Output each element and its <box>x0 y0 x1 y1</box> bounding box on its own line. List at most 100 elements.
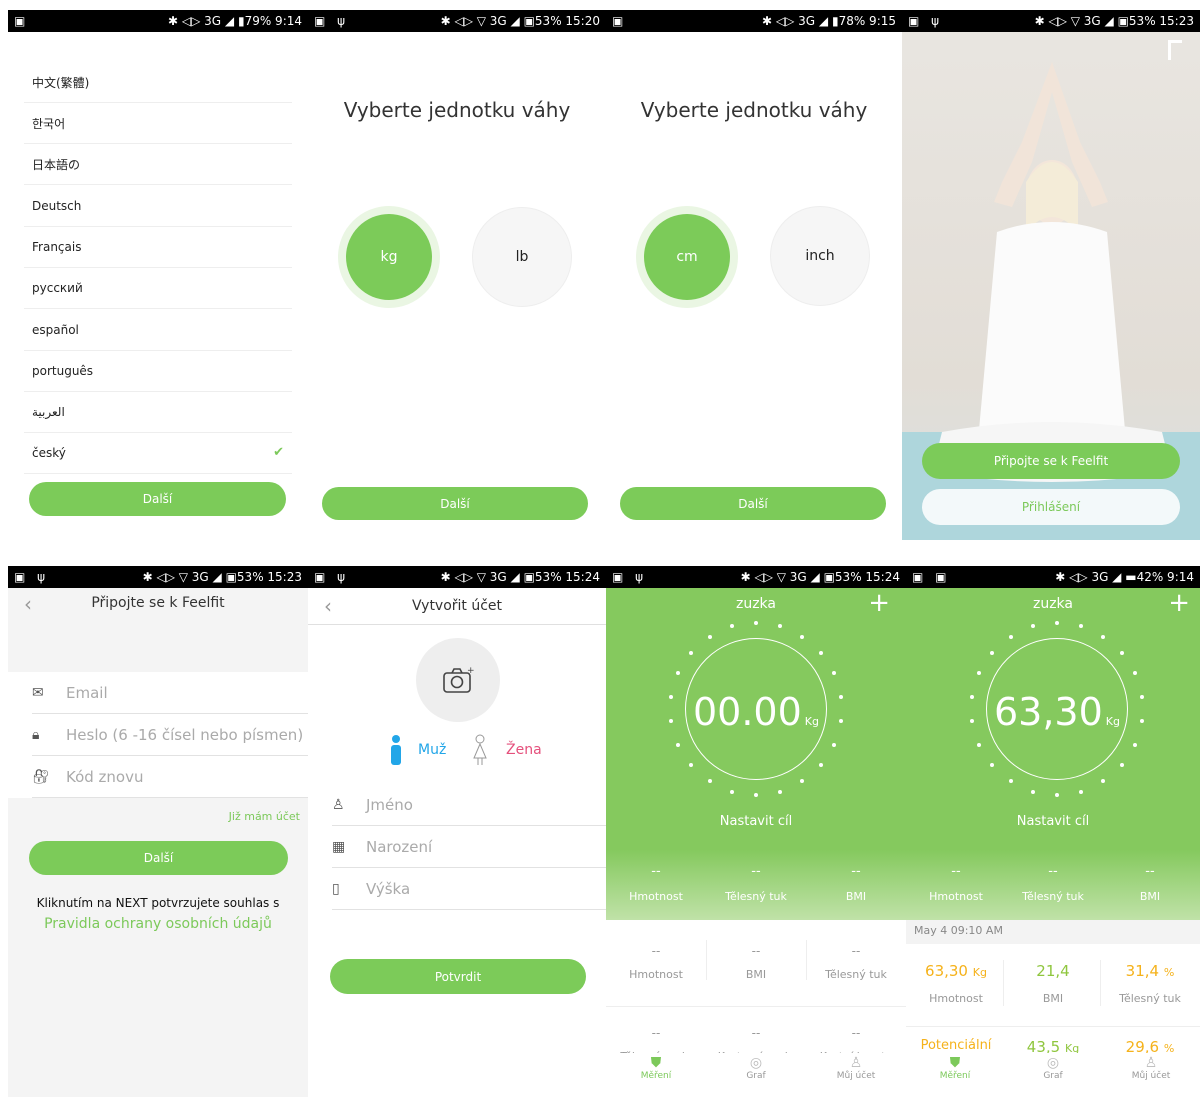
language-label: český <box>32 446 66 460</box>
tick-dot <box>754 793 758 797</box>
female-option[interactable]: Žena <box>472 734 542 766</box>
language-item[interactable]: 한국어 <box>24 103 292 144</box>
create-account-screen: ▣ ψ ✱ ◁▷ ▽ 3G ◢ ▣53% 15:24 ‹ Vytvořit úč… <box>308 566 606 1097</box>
result-unit: % <box>1163 966 1175 979</box>
status-bar: ▣ ✱ ◁▷ 3G ◢ ▮78% 9:15 <box>606 10 902 32</box>
unit-option-cm[interactable]: cm <box>644 214 730 300</box>
password-field[interactable]: 🔒︎ Heslo (6 -16 čísel nebo písmen) <box>32 714 308 756</box>
camera-icon[interactable]: + <box>416 638 500 722</box>
language-item-selected[interactable]: český ✔ <box>24 433 292 474</box>
language-item[interactable]: Français <box>24 227 292 268</box>
stat-bmi-value: -- <box>1145 864 1155 879</box>
nav-label: Měření <box>939 1071 971 1081</box>
nav-graph[interactable]: ◎ Graf <box>1004 1053 1102 1097</box>
ruler-icon: ▯ <box>332 880 340 897</box>
stat-bmi-label: BMI <box>1139 890 1161 903</box>
nav-account[interactable]: ♙ Můj účet <box>1102 1053 1200 1097</box>
next-button[interactable]: Další <box>29 841 288 875</box>
nav-measure[interactable]: ⛊ Měření <box>906 1053 1004 1097</box>
language-item[interactable]: русский <box>24 268 292 309</box>
female-label: Žena <box>506 742 542 758</box>
status-icons-right: ✱ ◁▷ 3G ◢ ▬42% 9:14 <box>1055 570 1194 584</box>
language-item[interactable]: español <box>24 310 292 351</box>
svg-text:+: + <box>467 666 474 676</box>
weight-display: 00.00 Kg <box>606 690 906 734</box>
repeat-placeholder: Kód znovu <box>66 767 144 786</box>
status-icons-right: ✱ ◁▷ ▽ 3G ◢ ▣53% 15:24 <box>740 570 900 584</box>
privacy-policy-link[interactable]: Pravidla ochrany osobních údajů <box>8 916 308 932</box>
birth-date-field[interactable]: ▦ Narození <box>332 826 606 868</box>
email-field[interactable]: ✉ Email <box>32 672 308 714</box>
language-item[interactable]: 中文(繁體) <box>24 62 292 103</box>
brand-logo-icon <box>1168 40 1182 60</box>
set-goal-link[interactable]: Nastavit cíl <box>906 814 1200 829</box>
stat-fat-value: -- <box>1048 864 1058 879</box>
set-goal-link[interactable]: Nastavit cíl <box>606 814 906 829</box>
language-item[interactable]: português <box>24 351 292 392</box>
stat-weight-value: -- <box>951 864 961 879</box>
result-label: BMI <box>1042 992 1064 1005</box>
checkmark-icon: ✔ <box>273 445 284 460</box>
weight-unit-screen: ▣ ψ ✱ ◁▷ ▽ 3G ◢ ▣53% 15:20 Vyberte jedno… <box>308 10 606 540</box>
nav-label: Můj účet <box>836 1071 876 1081</box>
tick-dot <box>754 621 758 625</box>
next-button[interactable]: Další <box>620 487 886 520</box>
measure-date: May 4 09:10 AM <box>906 920 1200 944</box>
unit-option-lb[interactable]: lb <box>472 207 572 307</box>
result-fat: 31,4 % <box>1100 962 1200 980</box>
birth-placeholder: Narození <box>366 837 433 856</box>
language-label: Deutsch <box>32 199 82 213</box>
grid-label: BMI <box>745 968 767 981</box>
language-screen: ▣ ✱ ◁▷ 3G ◢ ▮79% 9:14 中文(繁體) 한국어 日本語の De… <box>8 10 308 540</box>
add-user-icon[interactable]: + <box>868 588 890 618</box>
weight-unit: Kg <box>804 715 819 728</box>
status-icons-left: ▣ ψ <box>612 570 648 584</box>
unit-option-inch[interactable]: inch <box>770 206 870 306</box>
tick-dot <box>818 650 823 655</box>
email-placeholder: Email <box>66 683 108 702</box>
nav-measure[interactable]: ⛊ Měření <box>606 1053 706 1097</box>
language-item[interactable]: 日本語の <box>24 144 292 185</box>
status-icons-right: ✱ ◁▷ ▽ 3G ◢ ▣53% 15:23 <box>142 570 302 584</box>
status-icons-right: ✱ ◁▷ 3G ◢ ▮78% 9:15 <box>762 14 896 28</box>
female-figure-icon <box>473 734 487 765</box>
height-field[interactable]: ▯ Výška <box>332 868 606 910</box>
stat-bmi-value: -- <box>851 864 861 879</box>
name-placeholder: Jméno <box>366 795 413 814</box>
tick-dot <box>800 779 805 784</box>
page-title: Vyberte jednotku váhy <box>343 98 571 122</box>
status-bar: ▣ ✱ ◁▷ 3G ◢ ▮79% 9:14 <box>8 10 308 32</box>
male-figure-icon <box>391 735 401 765</box>
add-user-icon[interactable]: + <box>1168 588 1190 618</box>
nav-graph[interactable]: ◎ Graf <box>706 1053 806 1097</box>
have-account-link[interactable]: Již mám účet <box>229 810 300 823</box>
language-item[interactable]: Deutsch <box>24 186 292 227</box>
next-button[interactable]: Další <box>322 487 588 520</box>
nav-label: Můj účet <box>1131 1071 1171 1081</box>
language-item[interactable]: العربية <box>24 392 292 433</box>
status-bar: ▣ ψ ✱ ◁▷ ▽ 3G ◢ ▣53% 15:20 <box>308 10 606 32</box>
unit-option-kg[interactable]: kg <box>346 214 432 300</box>
form-card: ✉ Email 🔒︎ Heslo (6 -16 čísel nebo písmen)… <box>8 672 308 798</box>
language-label: español <box>32 323 79 337</box>
male-option[interactable]: Muž <box>388 734 446 766</box>
tick-dot <box>832 742 837 747</box>
stat-fat-label: Tělesný tuk <box>1022 890 1084 903</box>
tick-dot <box>689 763 694 768</box>
lock-check-icon: 🔐︎ <box>32 768 50 785</box>
name-field[interactable]: ♙ Jméno <box>332 784 606 826</box>
nav-label: Graf <box>746 1071 766 1081</box>
tick-dot <box>1133 671 1138 676</box>
next-button[interactable]: Další <box>29 482 286 516</box>
tick-dot <box>707 779 712 784</box>
login-button[interactable]: Přihlášení <box>922 489 1180 525</box>
nav-account[interactable]: ♙ Můj účet <box>806 1053 906 1097</box>
grid-value: -- <box>651 1026 661 1040</box>
confirm-button[interactable]: Potvrdit <box>330 959 586 994</box>
connect-feelfit-button[interactable]: Připojte se k Feelfit <box>922 443 1180 479</box>
pulse-icon: ◎ <box>749 1055 763 1071</box>
repeat-password-field[interactable]: 🔐︎ Kód znovu <box>32 756 308 798</box>
tick-dot <box>832 671 837 676</box>
height-placeholder: Výška <box>366 879 411 898</box>
page-title: Připojte se k Feelfit <box>91 595 225 611</box>
